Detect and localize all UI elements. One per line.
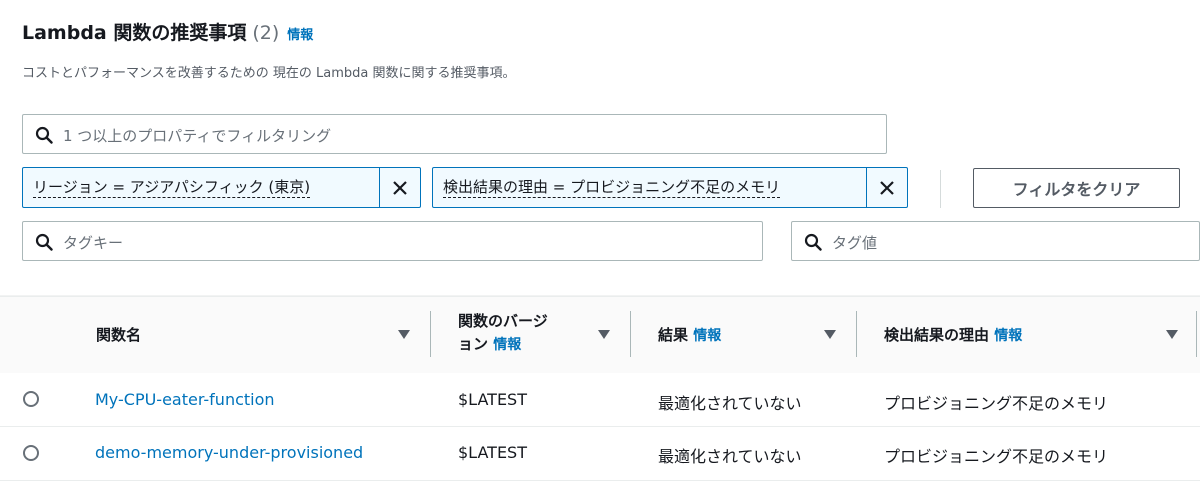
tag-value-placeholder: タグ値 [832, 234, 878, 252]
tag-key-input[interactable]: タグキー [22, 221, 763, 261]
recommendation-count: (2) [252, 22, 280, 44]
page-description: コストとパフォーマンスを改善するための 現在の Lambda 関数に関する推奨事… [22, 66, 516, 81]
property-filter-placeholder: 1 つ以上のプロパティでフィルタリング [63, 127, 332, 145]
function-name-link[interactable]: demo-memory-under-provisioned [95, 443, 363, 462]
row-select-radio[interactable] [23, 391, 39, 407]
filter-token-region: リージョン = アジアパシフィック (東京) [22, 167, 421, 208]
column-header-result-label: 結果 [658, 326, 689, 344]
sort-caret-icon[interactable] [598, 330, 610, 339]
table-row[interactable]: My-CPU-eater-function $LATEST 最適化されていない … [0, 373, 1200, 427]
info-link[interactable]: 情報 [287, 28, 313, 43]
column-header-function-name[interactable]: 関数名 [96, 324, 141, 345]
close-icon [880, 180, 894, 195]
function-version: $LATEST [458, 390, 527, 409]
search-icon [804, 233, 822, 251]
info-link[interactable]: 情報 [693, 328, 721, 344]
table-header: 関数名 関数のバージ ョン 情報 結果 情報 検出結果の理由 情報 [0, 296, 1200, 374]
column-divider[interactable] [856, 311, 857, 357]
close-icon [393, 180, 407, 195]
info-link[interactable]: 情報 [994, 328, 1022, 344]
search-icon [35, 126, 53, 144]
function-name-link[interactable]: My-CPU-eater-function [95, 390, 275, 409]
finding-reason: プロビジョニング不足のメモリ [884, 447, 1109, 466]
sort-caret-icon[interactable] [824, 330, 836, 339]
function-version: $LATEST [458, 443, 527, 462]
page-title-text: Lambda 関数の推奨事項 [22, 22, 247, 44]
column-divider[interactable] [630, 311, 631, 357]
remove-filter-token-finding-reason-button[interactable] [866, 168, 907, 207]
search-icon [35, 233, 53, 251]
remove-filter-token-region-button[interactable] [379, 168, 420, 207]
tag-key-placeholder: タグキー [63, 234, 124, 252]
divider [940, 170, 941, 208]
result: 最適化されていない [658, 447, 802, 466]
column-header-finding-reason-label: 検出結果の理由 [884, 326, 990, 344]
column-header-finding-reason[interactable]: 検出結果の理由 情報 [884, 324, 1022, 345]
result: 最適化されていない [658, 394, 802, 413]
table-row[interactable]: demo-memory-under-provisioned $LATEST 最適… [0, 427, 1200, 481]
filter-token-finding-reason: 検出結果の理由 = プロビジョニング不足のメモリ [432, 167, 908, 208]
column-header-function-version[interactable]: 関数のバージ ョン 情報 [458, 310, 548, 354]
info-link[interactable]: 情報 [493, 337, 521, 353]
column-divider[interactable] [430, 311, 431, 357]
filter-token-finding-reason-label[interactable]: 検出結果の理由 = プロビジョニング不足のメモリ [443, 178, 781, 198]
column-header-function-version-line1: 関数のバージ [458, 312, 548, 330]
sort-caret-icon[interactable] [398, 330, 410, 339]
sort-caret-icon[interactable] [1166, 330, 1178, 339]
column-divider[interactable] [1196, 311, 1197, 357]
filter-token-region-label[interactable]: リージョン = アジアパシフィック (東京) [33, 178, 311, 198]
finding-reason: プロビジョニング不足のメモリ [884, 394, 1109, 413]
column-header-function-version-line2: ョン [458, 335, 489, 353]
column-header-result[interactable]: 結果 情報 [658, 324, 721, 345]
property-filter-input[interactable]: 1 つ以上のプロパティでフィルタリング [22, 114, 887, 154]
tag-value-input[interactable]: タグ値 [791, 221, 1200, 261]
clear-filters-button[interactable]: フィルタをクリア [973, 168, 1180, 208]
row-select-radio[interactable] [23, 445, 39, 461]
page-title: Lambda 関数の推奨事項 (2) 情報 [22, 18, 313, 45]
